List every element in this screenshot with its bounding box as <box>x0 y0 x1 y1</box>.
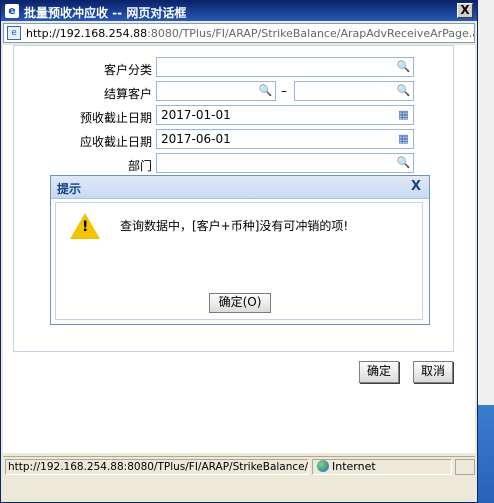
alert-header[interactable]: 提示 X <box>51 176 429 199</box>
settle-customer-label: 结算客户 <box>103 87 152 101</box>
lookup-icon[interactable]: 🔍 <box>396 60 411 74</box>
warning-mark: ! <box>82 219 89 235</box>
address-bar[interactable]: e http://192.168.254.88:8080/TPlus/FI/AR… <box>3 23 475 43</box>
department-input[interactable]: 🔍 <box>156 153 414 173</box>
settle-customer-from-input[interactable]: 🔍 <box>156 81 276 101</box>
alert-dialog: 提示 X ! 查询数据中，[客户+币种]没有可冲销的项! 确定(O) <box>50 175 430 325</box>
customer-category-label: 客户分类 <box>103 63 152 77</box>
status-bar: http://192.168.254.88:8080/TPlus/FI/ARAP… <box>3 456 475 477</box>
zone-label: Internet <box>332 460 376 473</box>
globe-icon <box>317 460 329 472</box>
alert-title: 提示 <box>57 182 82 196</box>
advance-due-date-input[interactable]: 2017-01-01 ▦ <box>156 105 414 125</box>
advance-due-date-label: 预收截止日期 <box>79 111 152 125</box>
advance-due-date-value: 2017-01-01 <box>161 108 231 122</box>
receivable-due-date-input[interactable]: 2017-06-01 ▦ <box>156 129 414 149</box>
alert-close-icon[interactable]: X <box>411 179 421 194</box>
calendar-icon[interactable]: ▦ <box>396 108 411 122</box>
calendar-icon[interactable]: ▦ <box>396 132 411 146</box>
department-label: 部门 <box>127 159 152 173</box>
page-icon: e <box>7 26 21 40</box>
customer-category-input[interactable]: 🔍 <box>156 57 414 77</box>
address-host: http://192.168.254.88 <box>26 27 148 40</box>
address-text: http://192.168.254.88:8080/TPlus/FI/ARAP… <box>26 27 474 40</box>
search-icon[interactable]: 🔍 <box>258 84 273 98</box>
address-path: :8080/TPlus/FI/ARAP/StrikeBalance/ArapAd… <box>147 27 474 40</box>
title-bar[interactable]: e 批量预收冲应收 -- 网页对话框 X <box>1 1 477 21</box>
window-close-button[interactable]: X <box>457 3 473 18</box>
alert-body: ! 查询数据中，[客户+币种]没有可冲销的项! 确定(O) <box>55 202 423 320</box>
receivable-due-date-value: 2017-06-01 <box>161 132 231 146</box>
security-zone: Internet <box>312 459 452 475</box>
window-title: 批量预收冲应收 -- 网页对话框 <box>24 6 187 20</box>
ie-icon: e <box>5 4 19 18</box>
search-icon[interactable]: 🔍 <box>396 84 411 98</box>
receivable-due-date-label: 应收截止日期 <box>79 135 152 149</box>
confirm-button[interactable]: 确定 <box>359 361 399 383</box>
settle-customer-to-input[interactable]: 🔍 <box>294 81 414 101</box>
alert-ok-button[interactable]: 确定(O) <box>209 293 271 313</box>
status-extra-pane <box>455 459 475 475</box>
status-url: http://192.168.254.88:8080/TPlus/FI/ARAP… <box>5 459 309 475</box>
alert-message: 查询数据中，[客户+币种]没有可冲销的项! <box>120 219 349 233</box>
lookup-icon[interactable]: 🔍 <box>396 156 411 170</box>
desktop-background <box>478 0 494 503</box>
cancel-button[interactable]: 取消 <box>413 361 453 383</box>
range-separator: – <box>281 84 287 98</box>
